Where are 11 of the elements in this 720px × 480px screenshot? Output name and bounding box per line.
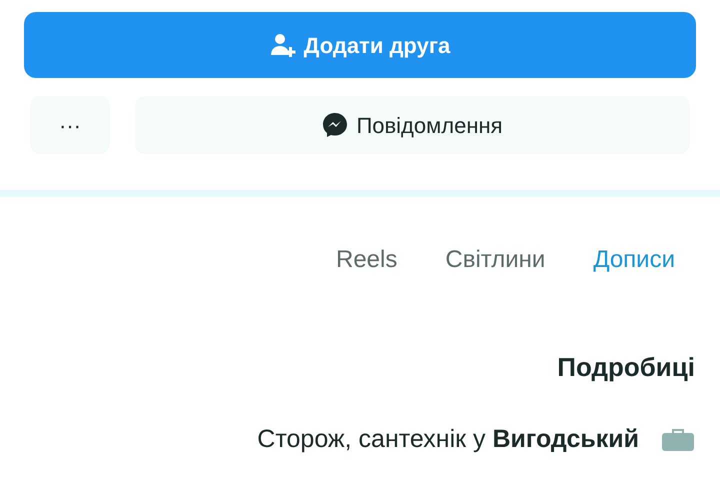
tab[interactable]: Світлини [445,242,546,278]
message-button[interactable]: Повідомлення [135,96,690,154]
tab[interactable]: Reels [336,242,398,278]
more-button[interactable]: ··· [30,96,110,154]
messenger-icon [322,112,348,138]
briefcase-icon [661,428,695,452]
detail-text: Сторож, сантехнік у Вигодський [257,424,639,455]
add-friend-button[interactable]: Додати друга [24,12,696,78]
add-person-icon [270,33,296,57]
section-heading: Подробиці [557,351,695,384]
tab[interactable]: Дописи [593,242,675,278]
